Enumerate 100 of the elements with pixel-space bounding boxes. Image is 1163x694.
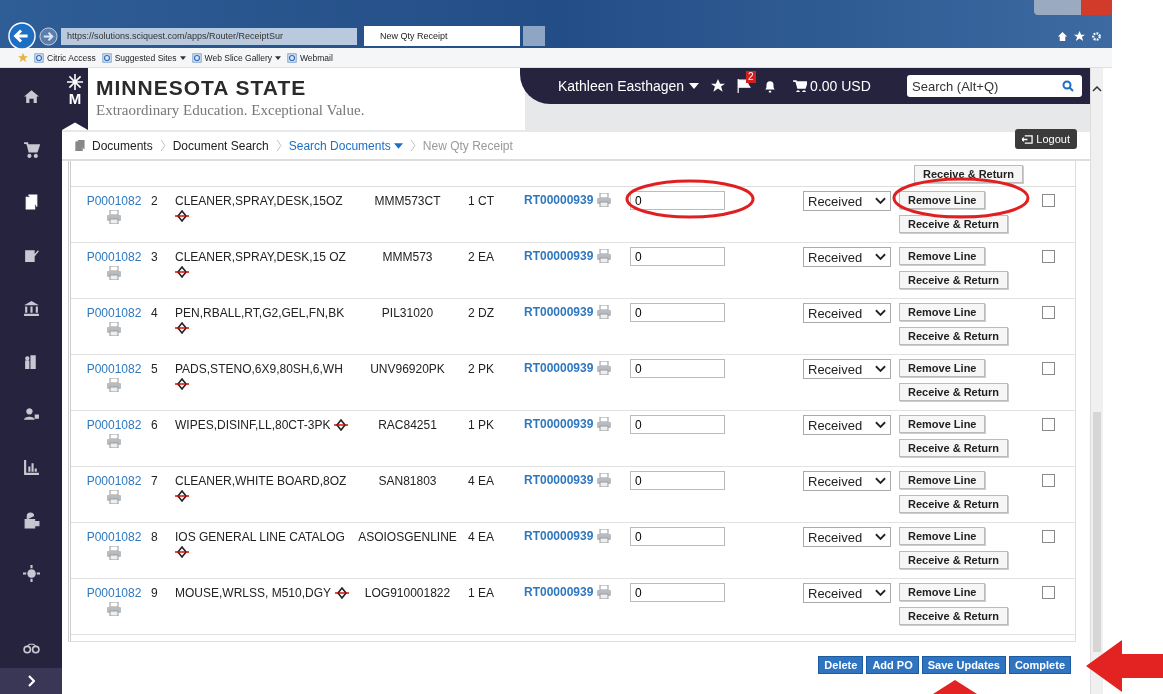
- bank-icon[interactable]: [22, 300, 40, 317]
- remove-line-button[interactable]: Remove Line: [899, 527, 986, 545]
- diamond-icon[interactable]: [175, 210, 189, 222]
- flag-icon[interactable]: [737, 79, 752, 93]
- forward-icon[interactable]: [39, 26, 58, 46]
- home-icon[interactable]: [1057, 30, 1068, 42]
- diamond-icon[interactable]: [175, 546, 189, 558]
- receipt-link[interactable]: RT00000939: [524, 193, 594, 207]
- breadcrumb-item[interactable]: Document Search: [172, 138, 269, 153]
- row-checkbox[interactable]: [1042, 586, 1056, 599]
- binoculars-icon[interactable]: [22, 643, 40, 654]
- quantity-input[interactable]: 0: [630, 191, 725, 210]
- receipt-link[interactable]: RT00000939: [524, 305, 594, 319]
- receive-return-button[interactable]: Receive & Return: [899, 607, 1009, 625]
- status-dropdown[interactable]: Received: [803, 359, 891, 379]
- remove-line-button[interactable]: Remove Line: [899, 583, 986, 601]
- status-dropdown[interactable]: Received: [803, 191, 891, 211]
- row-checkbox[interactable]: [1042, 530, 1056, 543]
- receive-return-button[interactable]: Receive & Return: [899, 271, 1009, 289]
- receipt-link[interactable]: RT00000939: [524, 361, 594, 375]
- quantity-input[interactable]: 0: [630, 583, 725, 602]
- scrollbar[interactable]: [1090, 68, 1103, 694]
- row-checkbox[interactable]: [1042, 474, 1056, 487]
- diamond-icon[interactable]: [335, 587, 350, 599]
- favorite-link[interactable]: Suggested Sites: [101, 52, 186, 63]
- favorite-link[interactable]: Web Slice Gallery: [191, 52, 281, 63]
- receive-return-button[interactable]: Receive & Return: [899, 439, 1009, 457]
- address-bar[interactable]: https://solutions.sciquest.com/apps/Router/ReceiptSur: [61, 27, 357, 45]
- remove-line-button[interactable]: Remove Line: [899, 303, 986, 321]
- receipt-link[interactable]: RT00000939: [524, 249, 594, 263]
- star-icon[interactable]: [1074, 30, 1085, 42]
- po-link[interactable]: P0001082: [86, 418, 142, 432]
- receive-return-button[interactable]: Receive & Return: [899, 383, 1009, 401]
- receipt-link[interactable]: RT00000939: [524, 473, 594, 487]
- search-field[interactable]: Search (Alt+Q): [907, 75, 1082, 97]
- scrollbar-thumb[interactable]: [1093, 412, 1101, 652]
- receive-return-button[interactable]: Receive & Return: [899, 495, 1009, 513]
- row-checkbox[interactable]: [1042, 306, 1056, 319]
- action-button[interactable]: Save Updates: [921, 656, 1006, 674]
- status-dropdown[interactable]: Received: [803, 415, 891, 435]
- diamond-icon[interactable]: [175, 490, 189, 502]
- po-link[interactable]: P0001082: [86, 474, 142, 488]
- po-link[interactable]: P0001082: [86, 306, 142, 320]
- remove-line-button[interactable]: Remove Line: [899, 191, 986, 209]
- remove-line-button[interactable]: Remove Line: [899, 415, 986, 433]
- user-menu[interactable]: Kathleen Easthagen: [558, 78, 700, 94]
- diamond-icon[interactable]: [175, 378, 189, 390]
- favorites-star-icon[interactable]: [18, 52, 28, 63]
- diamond-icon[interactable]: [175, 322, 189, 334]
- cart-icon[interactable]: [22, 141, 40, 158]
- row-checkbox[interactable]: [1042, 250, 1056, 263]
- receipt-link[interactable]: RT00000939: [524, 529, 594, 543]
- cart-total[interactable]: 0.00 USD: [793, 78, 871, 94]
- quantity-input[interactable]: 0: [630, 415, 725, 434]
- diamond-icon[interactable]: [334, 419, 349, 431]
- quantity-input[interactable]: 0: [630, 359, 725, 378]
- search-icon[interactable]: [1062, 80, 1074, 92]
- settings-icon[interactable]: [1091, 30, 1102, 42]
- bell-icon[interactable]: [763, 79, 778, 93]
- status-dropdown[interactable]: Received: [803, 583, 891, 603]
- row-checkbox[interactable]: [1042, 194, 1056, 207]
- breadcrumb-item[interactable]: Documents: [92, 138, 153, 153]
- remove-line-button[interactable]: Remove Line: [899, 359, 986, 377]
- back-icon[interactable]: [8, 22, 36, 50]
- status-dropdown[interactable]: Received: [803, 527, 891, 547]
- po-link[interactable]: P0001082: [86, 530, 142, 544]
- action-button[interactable]: Add PO: [866, 656, 919, 674]
- chart-icon[interactable]: [22, 459, 40, 476]
- row-checkbox[interactable]: [1042, 418, 1056, 431]
- receive-return-button[interactable]: Receive & Return: [899, 327, 1009, 345]
- remove-line-button[interactable]: Remove Line: [899, 247, 986, 265]
- receive-return-button[interactable]: Receive & Return: [914, 165, 1024, 183]
- favorite-link[interactable]: Webmail: [286, 52, 333, 63]
- quantity-input[interactable]: 0: [630, 527, 725, 546]
- po-link[interactable]: P0001082: [86, 362, 142, 376]
- po-link[interactable]: P0001082: [86, 250, 142, 264]
- diamond-icon[interactable]: [175, 266, 189, 278]
- edit-icon[interactable]: [22, 247, 40, 264]
- people-icon[interactable]: [22, 406, 40, 423]
- quantity-input[interactable]: 0: [630, 303, 725, 322]
- breadcrumb-item[interactable]: Search Documents: [288, 138, 403, 153]
- logout-button[interactable]: Logout: [1015, 129, 1077, 149]
- po-link[interactable]: P0001082: [86, 194, 142, 208]
- status-dropdown[interactable]: Received: [803, 247, 891, 267]
- action-button[interactable]: Delete: [818, 656, 864, 674]
- remove-line-button[interactable]: Remove Line: [899, 471, 986, 489]
- row-checkbox[interactable]: [1042, 362, 1056, 375]
- receive-return-button[interactable]: Receive & Return: [899, 551, 1009, 569]
- scroll-up-icon[interactable]: [1092, 86, 1102, 92]
- action-button[interactable]: Complete: [1008, 656, 1071, 674]
- caret-icon[interactable]: [274, 55, 281, 60]
- quantity-input[interactable]: 0: [630, 471, 725, 490]
- status-dropdown[interactable]: Received: [803, 303, 891, 323]
- po-link[interactable]: P0001082: [86, 586, 142, 600]
- receipt-link[interactable]: RT00000939: [524, 585, 594, 599]
- favorite-link[interactable]: Citric Access: [34, 52, 96, 63]
- caret-icon[interactable]: [393, 142, 403, 149]
- caret-icon[interactable]: [179, 55, 186, 60]
- star-icon[interactable]: [711, 79, 726, 93]
- browser-tab[interactable]: New Qty Receipt: [364, 26, 520, 46]
